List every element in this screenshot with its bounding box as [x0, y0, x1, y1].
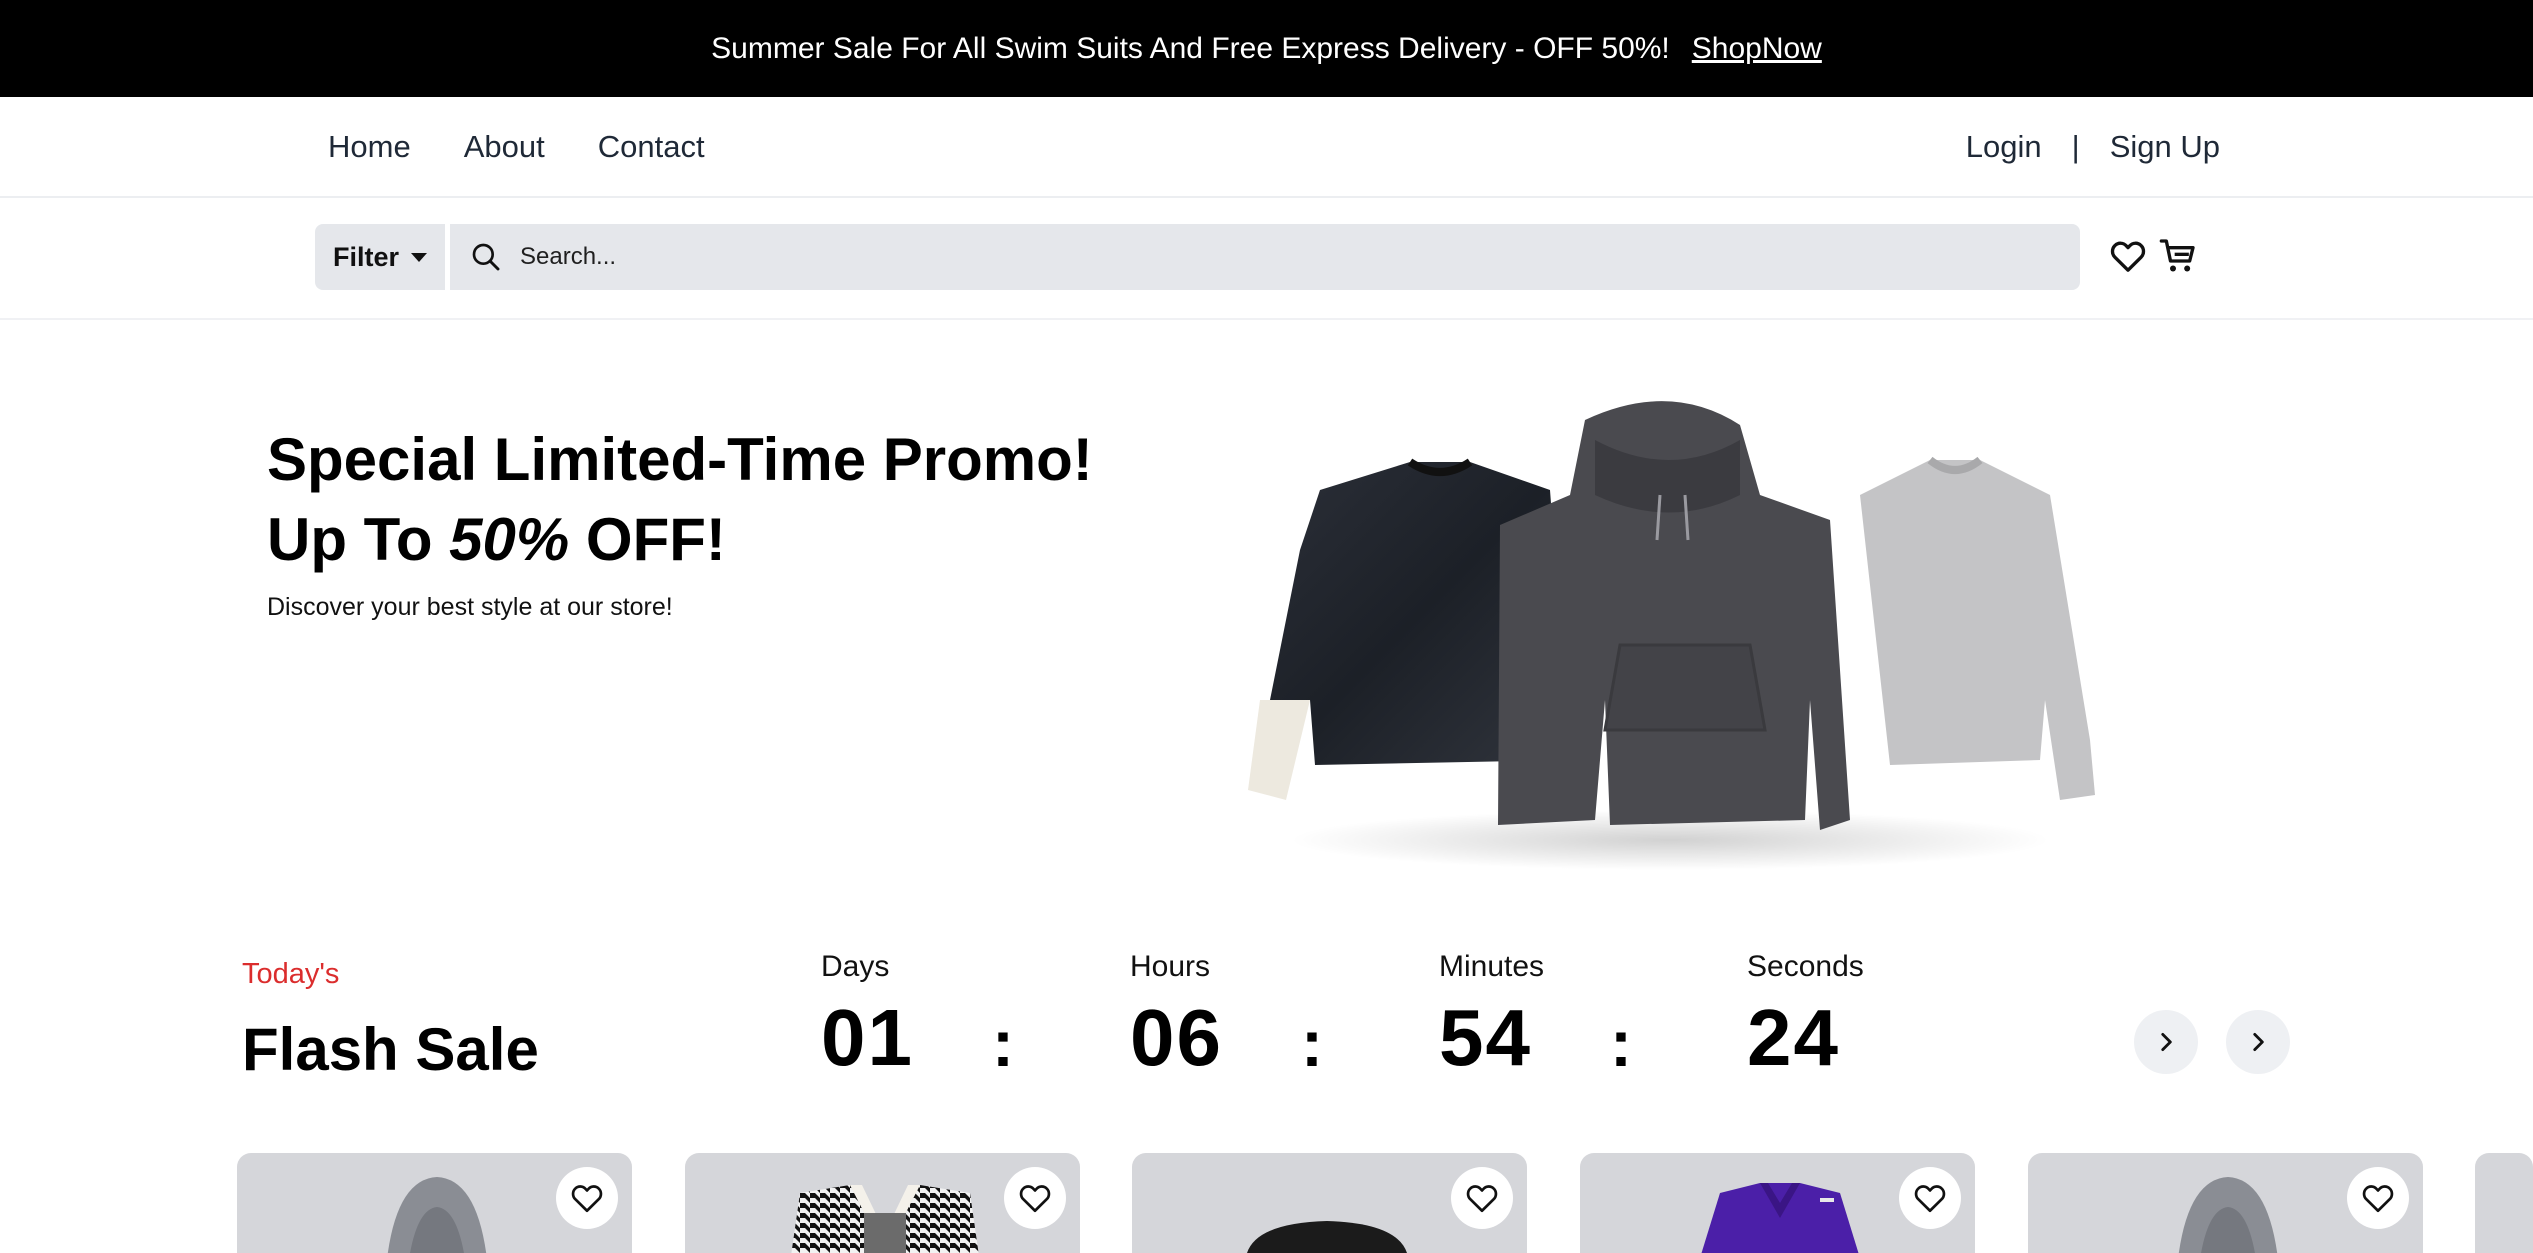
heart-icon — [1914, 1185, 1946, 1213]
search-icon — [472, 243, 500, 271]
heart-icon[interactable] — [2108, 236, 2148, 276]
countdown-minutes-label: Minutes — [1439, 950, 1545, 983]
heart-icon — [571, 1185, 603, 1213]
login-link[interactable]: Login — [1966, 129, 2042, 165]
product-card[interactable] — [685, 1153, 1080, 1253]
hero-subtitle: Discover your best style at our store! — [267, 593, 673, 621]
product-image-black-shorts — [1247, 1221, 1407, 1253]
auth-separator: | — [2071, 128, 2080, 164]
search-input[interactable] — [518, 242, 2022, 272]
shop-now-link[interactable]: ShopNow — [1692, 32, 1822, 66]
search-bar-row: Filter — [0, 196, 2533, 320]
countdown-separator: : — [1301, 1006, 1323, 1080]
countdown-seconds-label: Seconds — [1747, 950, 1864, 983]
product-card[interactable] — [2475, 1153, 2533, 1253]
wishlist-button[interactable] — [1899, 1167, 1961, 1229]
countdown-hours-value: 06 — [1130, 993, 1223, 1082]
countdown-seconds: Seconds 24 — [1747, 950, 1864, 1084]
wishlist-button[interactable] — [556, 1167, 618, 1229]
nav-links: Home About Contact — [328, 97, 705, 196]
wishlist-button[interactable] — [1451, 1167, 1513, 1229]
countdown-days: Days 01 — [821, 950, 914, 1084]
hero-clothing-image — [1248, 401, 2095, 870]
countdown-hours: Hours 06 — [1130, 950, 1223, 1084]
hero-title: Special Limited-Time Promo! Up To 50% OF… — [267, 420, 1093, 580]
nav-home-link[interactable]: Home — [328, 129, 411, 165]
carousel-prev-button[interactable] — [2134, 1010, 2198, 1074]
countdown-seconds-value: 24 — [1747, 993, 1840, 1082]
chevron-right-icon — [2161, 1033, 2172, 1051]
countdown-separator: : — [992, 1006, 1014, 1080]
search-box — [450, 224, 2080, 290]
auth-links: Login | Sign Up — [1966, 97, 2220, 196]
nav-about-link[interactable]: About — [464, 129, 545, 165]
heart-icon — [2362, 1185, 2394, 1213]
product-image-grey-hoodie — [2178, 1177, 2278, 1253]
main-nav: Home About Contact Login | Sign Up — [0, 97, 2533, 198]
hero-title-line2: Up To 50% OFF! — [267, 500, 1093, 580]
promo-banner: Summer Sale For All Swim Suits And Free … — [0, 0, 2533, 97]
product-image-grey-hoodie — [387, 1177, 487, 1253]
filter-label: Filter — [332, 241, 399, 272]
heart-icon — [1019, 1185, 1051, 1213]
countdown-days-value: 01 — [821, 993, 914, 1082]
caret-down-icon — [411, 252, 427, 262]
wishlist-button[interactable] — [2347, 1167, 2409, 1229]
flash-sale-title: Flash Sale — [242, 1016, 539, 1083]
heart-icon — [1466, 1185, 1498, 1213]
promo-banner-text: Summer Sale For All Swim Suits And Free … — [711, 31, 1670, 65]
nav-contact-link[interactable]: Contact — [598, 129, 705, 165]
hero-title-line1: Special Limited-Time Promo! — [267, 426, 1093, 493]
product-image-houndstooth-vest — [791, 1185, 979, 1253]
product-card[interactable] — [1132, 1153, 1527, 1253]
hero-title-suffix: OFF! — [569, 506, 726, 573]
wishlist-button[interactable] — [1004, 1167, 1066, 1229]
hero-title-prefix: Up To — [267, 506, 450, 573]
countdown-minutes-value: 54 — [1439, 993, 1532, 1082]
hero-title-emphasis: 50% — [449, 506, 570, 573]
countdown-minutes: Minutes 54 — [1439, 950, 1544, 1084]
filter-dropdown[interactable]: Filter — [315, 224, 445, 290]
header-icons — [2108, 236, 2198, 276]
product-card[interactable] — [1580, 1153, 1975, 1253]
countdown-hours-label: Hours — [1130, 950, 1211, 983]
flash-sale-eyebrow: Today's — [242, 958, 340, 990]
countdown-separator: : — [1610, 1006, 1632, 1080]
signup-link[interactable]: Sign Up — [2110, 129, 2220, 165]
countdown-days-label: Days — [821, 950, 890, 983]
chevron-right-icon — [2253, 1033, 2264, 1051]
carousel-next-button[interactable] — [2226, 1010, 2290, 1074]
cart-icon[interactable] — [2158, 236, 2198, 276]
product-card[interactable] — [2028, 1153, 2423, 1253]
product-card[interactable] — [237, 1153, 632, 1253]
product-image-purple-shirt — [1701, 1183, 1859, 1253]
